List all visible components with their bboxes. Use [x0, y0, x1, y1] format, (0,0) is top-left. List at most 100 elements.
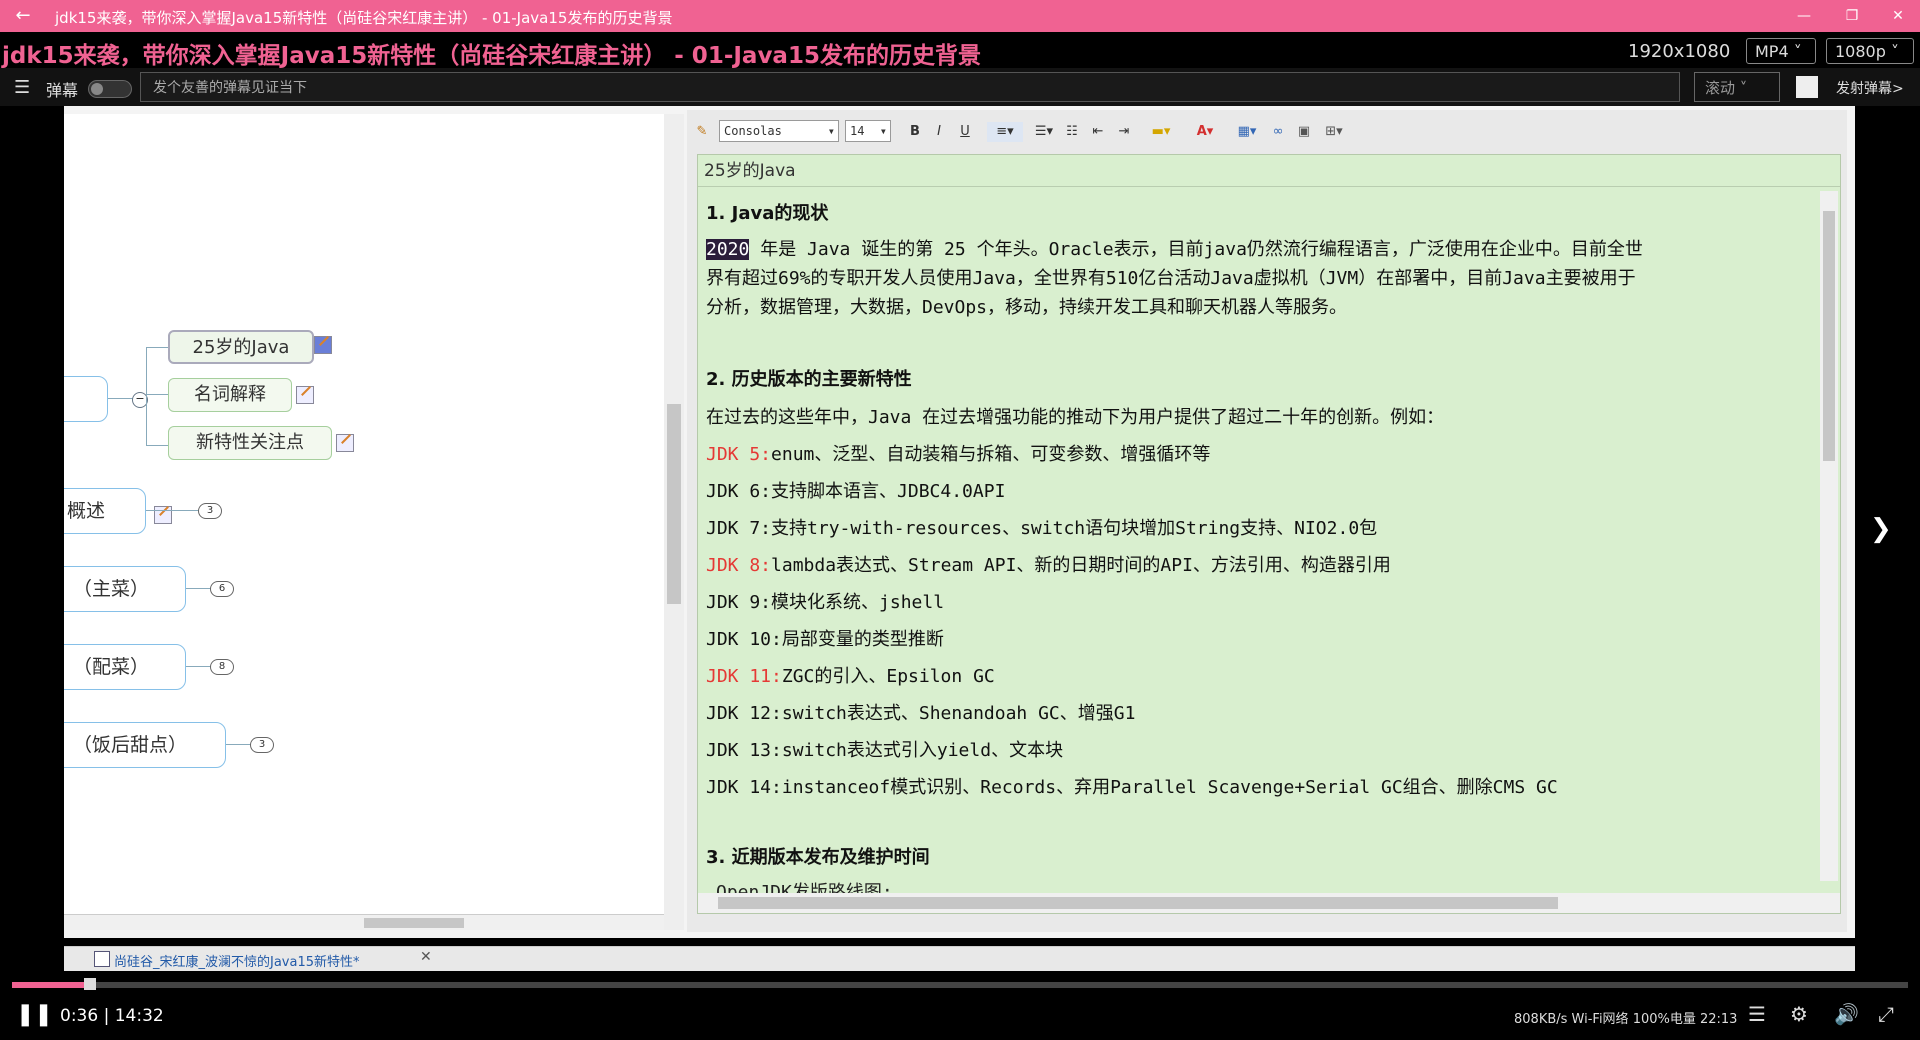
heading-3: 3. 近期版本发布及维护时间: [706, 847, 930, 868]
child-count-badge[interactable]: 6: [210, 581, 234, 597]
jdk-line: JDK 13:switch表达式引入yield、文本块: [706, 736, 1063, 762]
mindmap-branch[interactable]: （主菜）: [64, 566, 186, 612]
jdk-line: JDK 7:支持try-with-resources、switch语句块增加St…: [706, 514, 1377, 540]
font-family-select[interactable]: Consolas ▾: [719, 120, 839, 142]
canvas-vertical-scrollbar[interactable]: [664, 114, 684, 930]
connector-line: [146, 510, 206, 511]
scroll-thumb[interactable]: [667, 404, 681, 604]
quality-value: 1080p: [1835, 42, 1886, 61]
mindmap-branch[interactable]: 概述: [64, 488, 146, 534]
mindmap-canvas[interactable]: − 25岁的Java 名词解释 新特性关注点 概述 3 （主菜） 6 （配菜） …: [64, 114, 667, 930]
minimize-icon[interactable]: —: [1786, 4, 1822, 28]
document-tab[interactable]: 尚硅谷_宋红康_波澜不惊的Java15新特性*: [114, 951, 360, 970]
jdk-line: JDK 5:enum、泛型、自动装箱与拆箱、可变参数、增强循环等: [706, 440, 1210, 466]
quality-select[interactable]: 1080p ˅: [1826, 38, 1914, 64]
jdk-features: enum、泛型、自动装箱与拆箱、可变参数、增强循环等: [771, 444, 1211, 465]
jdk-features: ZGC的引入、Epsilon GC: [781, 666, 995, 687]
document-horizontal-scrollbar[interactable]: [698, 893, 1840, 913]
jdk-version: JDK 5:: [706, 444, 772, 465]
mindmap-node[interactable]: 名词解释: [168, 378, 292, 412]
jdk-line: JDK 10:局部变量的类型推断: [706, 625, 944, 651]
danmaku-input[interactable]: 发个友善的弹幕见证当下: [140, 72, 1680, 102]
paragraph-line: 在过去的这些年中，Java 在过去增强功能的推动下为用户提供了超过二十年的创新。…: [706, 407, 1445, 428]
back-arrow-icon[interactable]: ←: [12, 5, 34, 27]
note-icon[interactable]: [296, 386, 314, 404]
link-icon[interactable]: ∞: [1267, 122, 1289, 142]
jdk-line: JDK 14:instanceof模式识别、Records、弃用Parallel…: [706, 773, 1558, 799]
align-left-icon[interactable]: ≡▾: [987, 122, 1023, 142]
paragraph-line: 界有超过69%的专职开发人员使用Java，全世界有510亿台活动Java虚拟机（…: [706, 268, 1636, 289]
bold-button[interactable]: B: [905, 122, 925, 142]
volume-icon[interactable]: 🔊: [1834, 1002, 1859, 1026]
jdk-features: switch表达式、Shenandoah GC、增强G1: [781, 703, 1136, 724]
heading-2: 2. 历史版本的主要新特性: [706, 369, 912, 390]
status-text: 808KB/s Wi-Fi网络 100%电量 22:13: [1514, 1012, 1738, 1027]
canvas-horizontal-scrollbar[interactable]: [64, 914, 664, 930]
child-count-badge[interactable]: 8: [210, 659, 234, 675]
close-icon[interactable]: ✕: [1880, 4, 1916, 28]
menu-icon[interactable]: ☰: [14, 77, 30, 98]
note-document[interactable]: 25岁的Java 1. Java的现状 2020 年是 Java 诞生的第 25…: [697, 154, 1841, 914]
tab-close-icon[interactable]: ✕: [420, 949, 432, 965]
heading-1: 1. Java的现状: [706, 203, 829, 224]
mindmap-branch[interactable]: （配菜）: [64, 644, 186, 690]
jdk-features: instanceof模式识别、Records、弃用Parallel Scaven…: [781, 777, 1558, 798]
jdk-features: 支持try-with-resources、switch语句块增加String支持…: [771, 518, 1378, 539]
fullscreen-icon[interactable]: ⤢: [1878, 1002, 1894, 1026]
document-vertical-scrollbar[interactable]: [1820, 191, 1838, 881]
underline-button[interactable]: U: [955, 122, 975, 142]
highlight-color-icon[interactable]: ▬▾: [1143, 122, 1179, 142]
image-icon[interactable]: ▣: [1293, 122, 1315, 142]
jdk-features: switch表达式引入yield、文本块: [781, 740, 1064, 761]
document-icon: [94, 951, 110, 967]
mindmap-branch[interactable]: （饭后甜点）: [64, 722, 226, 768]
outdent-icon[interactable]: ⇤: [1087, 122, 1109, 142]
mindmap-root-partial[interactable]: [64, 376, 108, 422]
insert-icon[interactable]: ⊞▾: [1319, 122, 1349, 142]
settings-gear-icon[interactable]: ⚙: [1790, 1002, 1808, 1026]
restore-icon[interactable]: ❐: [1834, 4, 1870, 28]
note-editor: ✎ Consolas ▾ 14 ▾ B I U ≡▾ ☰▾ ☷ ⇤ ⇥ ▬▾ A▾ …: [687, 110, 1847, 932]
scroll-thumb[interactable]: [364, 918, 464, 928]
send-danmaku-button[interactable]: 发射弹幕>: [1836, 78, 1904, 98]
color-picker-icon[interactable]: [1796, 76, 1818, 98]
bullet-list-icon[interactable]: ☷: [1061, 122, 1083, 142]
mindmap-node-selected[interactable]: 25岁的Java: [168, 330, 314, 364]
font-size-value: 14: [850, 124, 865, 138]
time-display: 0:36 | 14:32: [60, 1006, 164, 1026]
danmaku-mode-select[interactable]: 滚动 ˅: [1694, 72, 1780, 102]
jdk-version: JDK 10:: [706, 629, 782, 650]
pause-icon[interactable]: ❚❚: [16, 1002, 53, 1027]
danmaku-mode-value: 滚动: [1705, 79, 1736, 97]
next-episode-icon[interactable]: ❯: [1870, 514, 1892, 544]
italic-button[interactable]: I: [929, 122, 949, 142]
mindmap-node[interactable]: 新特性关注点: [168, 426, 332, 460]
video-progress-bar[interactable]: [12, 978, 1908, 992]
table-icon[interactable]: ▦▾: [1233, 122, 1261, 142]
editor-toolbar: ✎ Consolas ▾ 14 ▾ B I U ≡▾ ☰▾ ☷ ⇤ ⇥ ▬▾ A▾ …: [687, 118, 1847, 146]
jdk-version: JDK 13:: [706, 740, 782, 761]
danmaku-toggle[interactable]: [88, 80, 132, 98]
connector-line: [146, 347, 170, 348]
child-count-badge[interactable]: 3: [250, 737, 274, 753]
indent-icon[interactable]: ⇥: [1113, 122, 1135, 142]
note-icon[interactable]: [336, 434, 354, 452]
jdk-version: JDK 14:: [706, 777, 782, 798]
video-title-overlay: jdk15来袭，带你深入掌握Java15新特性（尚硅谷宋红康主讲） - 01-J…: [2, 43, 981, 69]
playlist-icon[interactable]: ☰: [1748, 1002, 1766, 1026]
note-icon[interactable]: [314, 336, 332, 354]
paragraph-line: 2020 年是 Java 诞生的第 25 个年头。Oracle表示，目前java…: [706, 235, 1643, 261]
font-color-icon[interactable]: A▾: [1187, 122, 1223, 142]
note-body[interactable]: 1. Java的现状 2020 年是 Java 诞生的第 25 个年头。Orac…: [706, 191, 1816, 881]
font-size-select[interactable]: 14 ▾: [845, 120, 891, 142]
child-count-badge[interactable]: 3: [198, 503, 222, 519]
note-icon[interactable]: [154, 506, 172, 524]
format-select[interactable]: MP4 ˅: [1746, 38, 1816, 64]
window-title-bar: ← jdk15来袭，带你深入掌握Java15新特性（尚硅谷宋红康主讲） - 01…: [0, 0, 1920, 32]
scroll-thumb[interactable]: [1823, 211, 1835, 461]
numbered-list-icon[interactable]: ☰▾: [1031, 122, 1057, 142]
jdk-line: JDK 6:支持脚本语言、JDBC4.0API: [706, 477, 1005, 503]
scroll-thumb[interactable]: [718, 897, 1558, 909]
jdk-features: 局部变量的类型推断: [781, 629, 944, 650]
format-painter-icon[interactable]: ✎: [691, 122, 713, 142]
